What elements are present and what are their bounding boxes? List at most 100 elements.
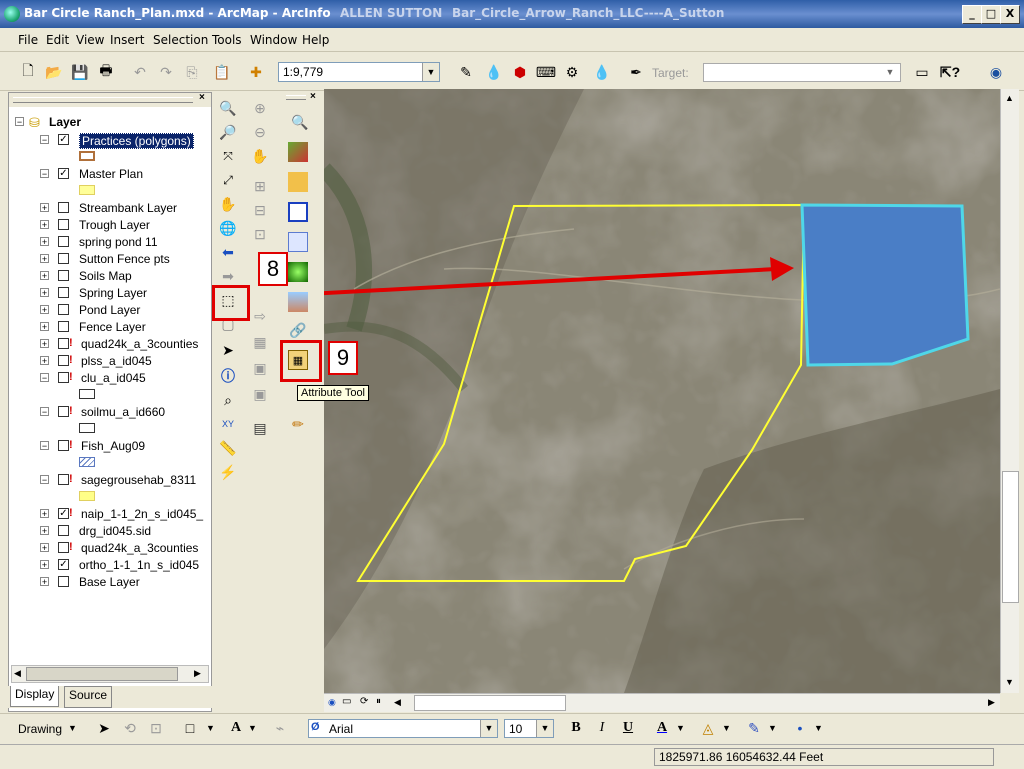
expand-toggle[interactable]: − [15, 117, 24, 127]
layer-name[interactable]: Trough Layer [79, 218, 150, 232]
layer-name[interactable]: Pond Layer [79, 303, 140, 317]
fill-color-icon[interactable]: ◬ [698, 718, 718, 738]
layer-visibility-checkbox[interactable] [58, 253, 69, 264]
font-color-dropdown-icon[interactable]: ▼ [676, 723, 685, 733]
rotate-icon[interactable]: ⟲ [120, 718, 140, 738]
layer-expand-toggle[interactable]: + [40, 526, 49, 536]
scroll-right-icon[interactable]: ▶ [988, 697, 995, 708]
window-icon[interactable]: ▭ [912, 62, 932, 82]
layer-expand-toggle[interactable]: + [40, 271, 49, 281]
font-name-select[interactable]: Ø Arial ▼ [308, 719, 498, 738]
layer-name[interactable]: naip_1-1_2n_s_id045_ [81, 507, 203, 521]
layer-visibility-checkbox[interactable] [58, 542, 69, 553]
layer-name[interactable]: Base Layer [79, 575, 140, 589]
marker-color-dropdown-icon[interactable]: ▼ [814, 723, 823, 733]
line-color-icon[interactable]: ✎ [744, 718, 764, 738]
map-tool-icon[interactable] [288, 142, 308, 162]
zoom-out-icon[interactable]: 🔎 [218, 122, 238, 142]
layer-name[interactable]: Fence Layer [79, 320, 146, 334]
shape-dropdown-icon[interactable]: ▼ [206, 723, 215, 733]
layer-visibility-checkbox[interactable] [58, 355, 69, 366]
copy-icon[interactable]: ⎘ [182, 62, 202, 82]
model-builder-icon[interactable]: ⚙ [562, 62, 582, 82]
layer-expand-toggle[interactable]: + [40, 560, 49, 570]
layer-visibility-checkbox[interactable] [58, 525, 69, 536]
back-arrow-icon[interactable]: ⬅ [218, 242, 238, 262]
drawing-dropdown-icon[interactable]: ▼ [68, 723, 77, 733]
layer-expand-toggle[interactable]: + [40, 577, 49, 587]
layer-expand-toggle[interactable]: + [40, 203, 49, 213]
rectangle-icon[interactable]: □ [180, 718, 200, 738]
font-color-icon[interactable]: A [652, 718, 672, 738]
target-dropdown-icon[interactable]: ▼ [880, 62, 900, 82]
menu-help[interactable]: Help [302, 33, 329, 47]
layout-fixed-zoom-in-icon[interactable]: ⊞ [250, 176, 270, 196]
pencil-icon[interactable]: ✏ [288, 414, 308, 434]
add-data-icon[interactable]: ✚ [246, 62, 266, 82]
layer-expand-toggle[interactable]: + [40, 543, 49, 553]
layer-name[interactable]: plss_a_id045 [81, 354, 152, 368]
layer-visibility-checkbox[interactable] [58, 338, 69, 349]
layer-expand-toggle[interactable]: − [40, 441, 49, 451]
chevron-down-icon[interactable]: ▼ [536, 720, 553, 737]
menu-file[interactable]: File [18, 33, 38, 47]
layer-expand-toggle[interactable]: − [40, 407, 49, 417]
underline-button[interactable]: U [618, 718, 638, 738]
layout-forward-icon[interactable]: ⇨ [250, 306, 270, 326]
scroll-left-icon[interactable]: ◀ [394, 697, 401, 708]
horizontal-scroll-thumb[interactable] [414, 695, 566, 711]
font-size-select[interactable]: 10 ▼ [504, 719, 554, 738]
new-document-icon[interactable]: 🗋 [18, 62, 38, 82]
layout-zoom-out-icon[interactable]: ⊖ [250, 122, 270, 142]
toolbox-icon[interactable]: ⬢ [510, 62, 530, 82]
toc-horizontal-scrollbar[interactable]: ◀ ▶ [11, 665, 209, 683]
layer-visibility-checkbox[interactable] [58, 576, 69, 587]
open-folder-icon[interactable]: 📂 [44, 62, 64, 82]
fixed-zoom-in-icon[interactable]: ⤧ [218, 146, 238, 166]
print-icon[interactable]: 🖶 [96, 62, 116, 82]
fill-color-dropdown-icon[interactable]: ▼ [722, 723, 731, 733]
chevron-down-icon[interactable]: ▼ [422, 63, 439, 81]
full-extent-globe-icon[interactable]: 🌐 [218, 218, 238, 238]
undo-icon[interactable]: ↶ [130, 62, 150, 82]
layer-visibility-checkbox[interactable]: ✓ [58, 559, 69, 570]
frame-tool-icon[interactable] [288, 232, 308, 252]
minimize-button[interactable]: _ [962, 5, 982, 24]
map-vertical-scrollbar[interactable]: ▲ ▼ [1000, 89, 1019, 693]
layer-name[interactable]: Practices (polygons) [79, 133, 194, 149]
line-color-dropdown-icon[interactable]: ▼ [768, 723, 777, 733]
tab-display[interactable]: Display [10, 686, 60, 707]
menu-tools[interactable]: Tools [212, 33, 242, 47]
map-view[interactable] [324, 89, 1000, 693]
layer-visibility-checkbox[interactable] [58, 304, 69, 315]
overlay-tool-icon[interactable] [288, 202, 308, 222]
layer-visibility-checkbox[interactable] [58, 202, 69, 213]
layer-name[interactable]: quad24k_a_3counties [81, 337, 198, 351]
layer-name[interactable]: quad24k_a_3counties [81, 541, 198, 555]
link-tool-icon[interactable]: 🔗 [288, 320, 308, 340]
text-dropdown-icon[interactable]: ▼ [248, 723, 257, 733]
layer-expand-toggle[interactable]: + [40, 237, 49, 247]
layout-zoom-in-icon[interactable]: ⊕ [250, 98, 270, 118]
measure-icon[interactable]: 📏 [218, 438, 238, 458]
scroll-up-icon[interactable]: ▲ [1005, 93, 1014, 103]
layer-visibility-checkbox[interactable] [58, 236, 69, 247]
layer-name[interactable]: soilmu_a_id660 [81, 405, 165, 419]
layer-expand-toggle[interactable]: + [40, 356, 49, 366]
edit-vertices-icon[interactable]: ⌁ [270, 718, 290, 738]
layer-expand-toggle[interactable]: + [40, 305, 49, 315]
layer-name[interactable]: Fish_Aug09 [81, 439, 145, 453]
layer-visibility-checkbox[interactable]: ✓ [58, 134, 69, 145]
layer-name[interactable]: clu_a_id045 [81, 371, 146, 385]
fixed-zoom-out-icon[interactable]: ⤢ [218, 170, 238, 190]
refresh-icon[interactable]: ⟳ [360, 696, 368, 707]
layer-name[interactable]: drg_id045.sid [79, 524, 151, 538]
layout-zoom-percent-icon[interactable]: ▦ [250, 332, 270, 352]
italic-button[interactable]: I [592, 718, 612, 738]
layer-name[interactable]: Sutton Fence pts [79, 252, 170, 266]
hydro-tool-icon[interactable]: 💧 [592, 62, 612, 82]
zoom-whole-page-icon[interactable]: ⊡ [250, 224, 270, 244]
chevron-down-icon[interactable]: ▼ [480, 720, 497, 737]
pause-icon[interactable]: ⏸ [376, 696, 381, 707]
layer-expand-toggle[interactable]: + [40, 288, 49, 298]
